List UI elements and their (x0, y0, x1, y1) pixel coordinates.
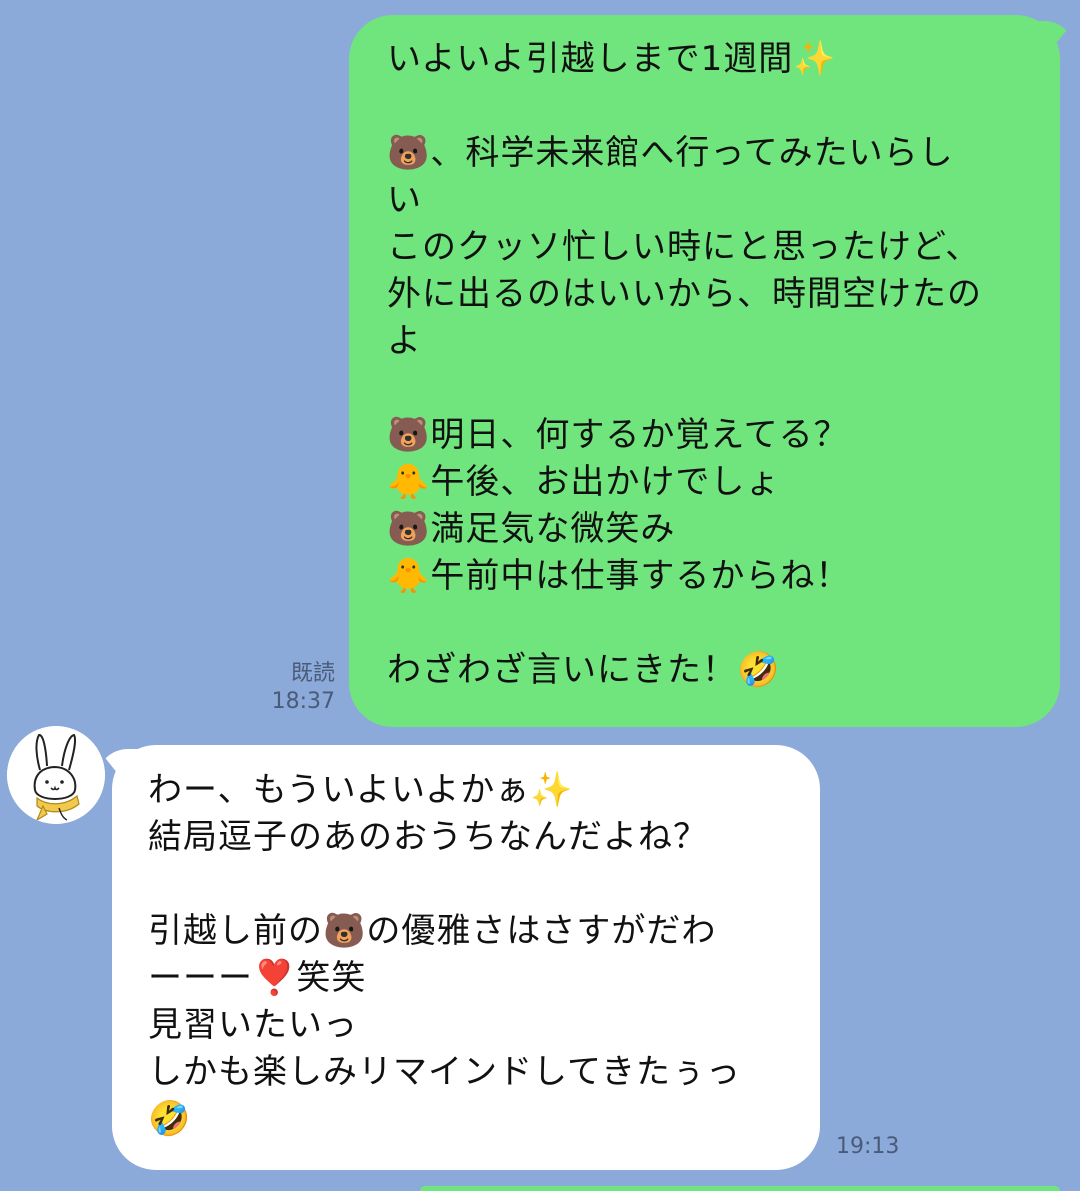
next-message-bubble-edge (420, 1186, 1060, 1191)
chat-area[interactable]: いよいよ引越しまで1週間✨ 🐻、科学未来館へ行ってみたいらし い このクッソ忙し… (0, 0, 1080, 1191)
sent-message-meta: 既読 18:37 (272, 660, 335, 716)
message-line: 🐻満足気な微笑み (387, 509, 676, 549)
message-line: 外に出るのはいいから、時間空けたの (387, 274, 982, 314)
sent-message-bubble[interactable]: いよいよ引越しまで1週間✨ 🐻、科学未来館へ行ってみたいらし い このクッソ忙し… (349, 15, 1074, 727)
message-line: 🤣 (148, 1099, 192, 1139)
avatar[interactable] (7, 726, 105, 824)
bubble-tail (1034, 21, 1074, 51)
read-receipt: 既読 (290, 661, 335, 686)
rabbit-avatar-icon (7, 726, 105, 824)
message-timestamp: 18:37 (271, 689, 335, 714)
message-line (387, 600, 1030, 647)
message-line: いよいよ引越しまで1週間✨ (387, 39, 837, 79)
message-line: しかも楽しみリマインドしてきたぅっ (148, 1052, 741, 1092)
message-line: 引越し前の🐻の優雅さはさすがだわ (148, 911, 717, 951)
message-timestamp: 19:13 (836, 1134, 900, 1159)
message-line: 🐻明日、何するか覚えてる？ (387, 415, 849, 455)
message-line: 🐥午後、お出かけでしょ (387, 462, 781, 502)
message-line: 見習いたいっ (148, 1005, 358, 1045)
message-line (387, 365, 1030, 412)
received-message-meta: 19:13 (836, 1133, 899, 1161)
message-line: 🐻、科学未来館へ行ってみたいらし (387, 133, 954, 173)
message-line: わー、もういよいよかぁ✨ (148, 770, 574, 810)
message-line: よ (387, 321, 422, 361)
message-line: 🐥午前中は仕事するからね！ (387, 556, 851, 596)
message-line (387, 83, 1030, 130)
message-line: このクッソ忙しい時にと思ったけど、 (387, 227, 981, 267)
message-line: ーーー❣️笑笑 (148, 958, 367, 998)
message-line: 結局逗子のあのおうちなんだよね？ (148, 817, 708, 857)
message-line: い (387, 180, 422, 220)
message-line: わざわざ言いにきた！🤣 (387, 650, 781, 690)
received-message-bubble[interactable]: わー、もういよいよかぁ✨ 結局逗子のあのおうちなんだよね？ 引越し前の🐻の優雅さ… (98, 745, 820, 1170)
message-line (148, 861, 790, 908)
